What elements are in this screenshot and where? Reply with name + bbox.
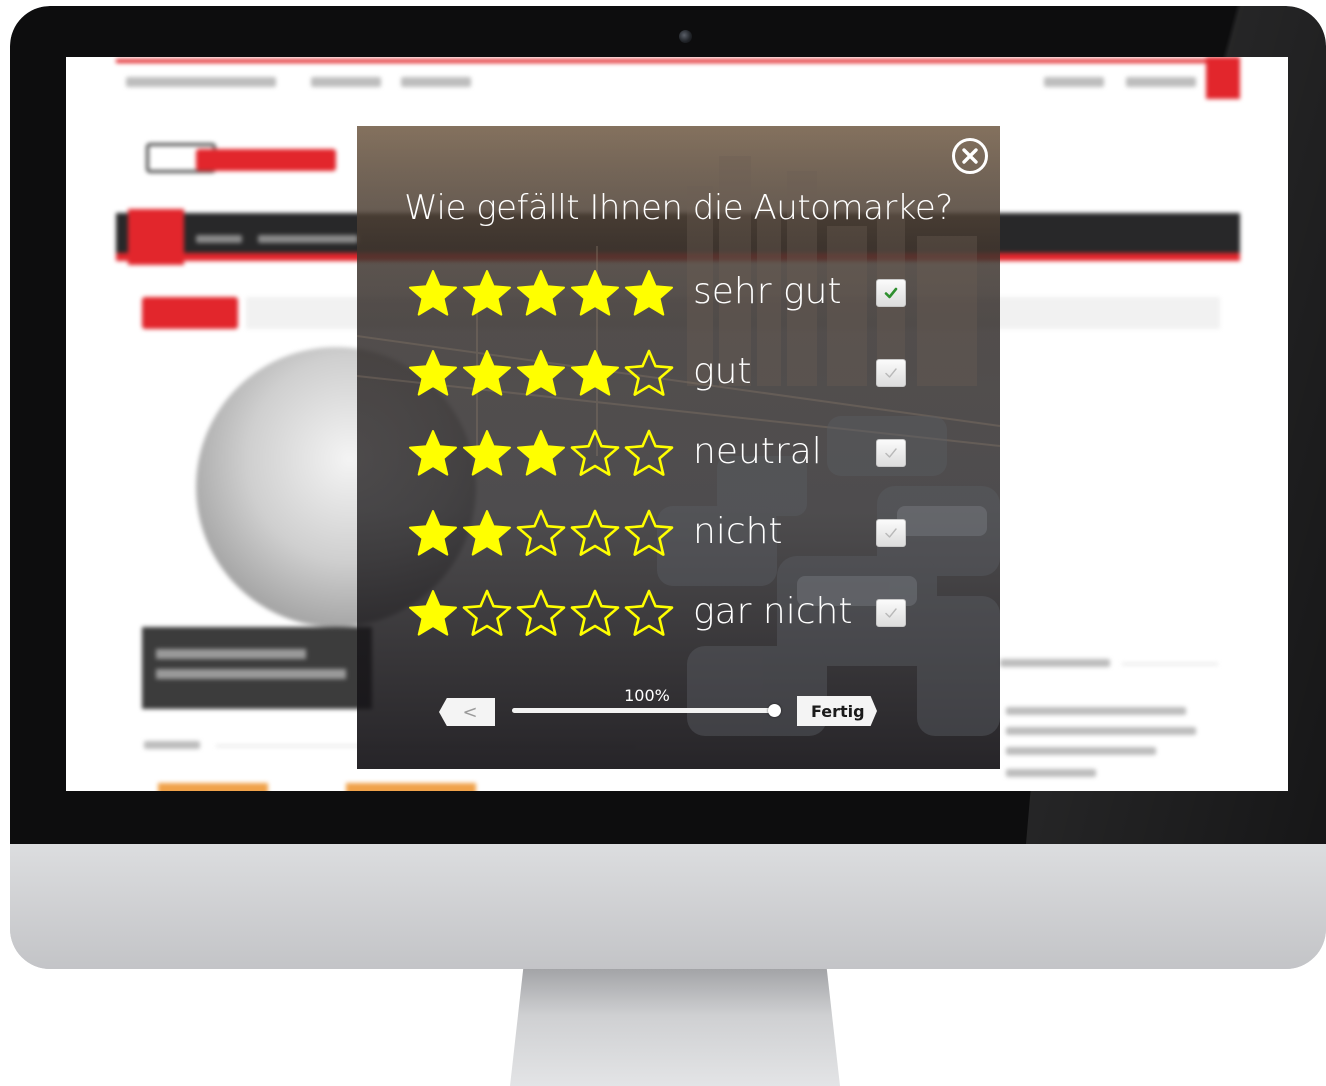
checkmark-icon	[885, 528, 897, 538]
star-filled-icon	[625, 270, 673, 316]
star-outline-icon	[624, 509, 674, 556]
star-filled-icon	[517, 270, 565, 316]
checkmark-icon	[885, 608, 897, 618]
star-filled-icon	[571, 270, 619, 316]
star-rating	[407, 585, 675, 641]
star-filled-icon	[409, 430, 457, 476]
star-outline-icon	[570, 589, 620, 636]
rating-label: gar nicht	[693, 591, 853, 632]
rating-checkbox[interactable]	[876, 279, 906, 307]
back-button[interactable]: <	[439, 698, 495, 726]
checkmark-icon	[884, 287, 898, 299]
site-thumbnail	[346, 783, 476, 791]
site-sidebar-text	[1006, 707, 1186, 715]
star-filled-icon	[463, 510, 511, 556]
star-filled-icon	[517, 350, 565, 396]
rating-checkbox[interactable]	[876, 439, 906, 467]
star-filled-icon	[463, 350, 511, 396]
rating-label: sehr gut	[693, 271, 842, 312]
star-outline-icon	[570, 429, 620, 476]
star-filled-icon	[409, 510, 457, 556]
site-topbar-text	[126, 77, 276, 87]
rating-label: nicht	[693, 511, 783, 552]
site-topbar-icons	[1044, 77, 1104, 87]
star-filled-icon	[571, 350, 619, 396]
rating-checkbox[interactable]	[876, 599, 906, 627]
progress-knob	[768, 704, 781, 717]
star-outline-icon	[570, 509, 620, 556]
site-ticker-label	[142, 297, 238, 329]
site-search-field	[1126, 77, 1196, 87]
star-rating	[407, 265, 675, 321]
checkmark-icon	[885, 368, 897, 378]
star-outline-icon	[516, 509, 566, 556]
rating-popup: Wie gefällt Ihnen die Automarke? sehr gu…	[357, 126, 1000, 769]
webcam	[679, 30, 692, 43]
monitor-chin	[10, 844, 1326, 969]
monitor-stand	[510, 969, 840, 1086]
site-nav-item	[258, 235, 358, 243]
checkmark-icon	[885, 448, 897, 458]
rating-option[interactable]: gut	[407, 345, 927, 401]
site-top-accent	[116, 59, 1240, 63]
site-search-button	[1206, 57, 1240, 99]
rating-option[interactable]: gar nicht	[407, 585, 927, 641]
star-filled-icon	[517, 430, 565, 476]
close-icon	[962, 148, 978, 164]
rating-label: neutral	[693, 431, 822, 472]
site-sidebar-line	[1122, 663, 1218, 665]
question-title: Wie gefällt Ihnen die Automarke?	[404, 188, 953, 228]
rating-option[interactable]: nicht	[407, 505, 927, 561]
site-thumbnail	[158, 783, 268, 791]
progress-label: 100%	[624, 686, 670, 705]
star-filled-icon	[463, 430, 511, 476]
done-button-label: Fertig	[811, 701, 865, 721]
site-topbar-text	[311, 77, 381, 87]
star-outline-icon	[624, 429, 674, 476]
site-hero-caption	[142, 627, 372, 709]
progress-bar	[512, 708, 776, 713]
rating-checkbox[interactable]	[876, 519, 906, 547]
star-rating	[407, 345, 675, 401]
star-outline-icon	[462, 589, 512, 636]
star-outline-icon	[624, 349, 674, 396]
progress-fill	[512, 708, 776, 713]
site-section-title	[144, 741, 200, 749]
star-filled-icon	[409, 590, 457, 636]
star-filled-icon	[463, 270, 511, 316]
site-nav-item	[196, 235, 242, 243]
star-outline-icon	[624, 589, 674, 636]
rating-label: gut	[693, 351, 752, 392]
site-sidebar-text	[1006, 727, 1196, 735]
star-outline-icon	[516, 589, 566, 636]
site-topbar-text	[401, 77, 471, 87]
star-rating	[407, 505, 675, 561]
site-sidebar-text	[1006, 769, 1096, 777]
done-button[interactable]: Fertig	[797, 696, 877, 726]
rating-option[interactable]: neutral	[407, 425, 927, 481]
rating-option[interactable]: sehr gut	[407, 265, 927, 321]
site-sidebar-text	[1006, 747, 1156, 755]
site-sidebar-title	[1000, 659, 1110, 667]
rating-checkbox[interactable]	[876, 359, 906, 387]
star-rating	[407, 425, 675, 481]
chevron-left-icon: <	[462, 701, 478, 723]
star-filled-icon	[409, 270, 457, 316]
site-logo	[146, 133, 356, 183]
close-button[interactable]	[952, 138, 988, 174]
site-home-icon	[128, 209, 184, 265]
star-filled-icon	[409, 350, 457, 396]
